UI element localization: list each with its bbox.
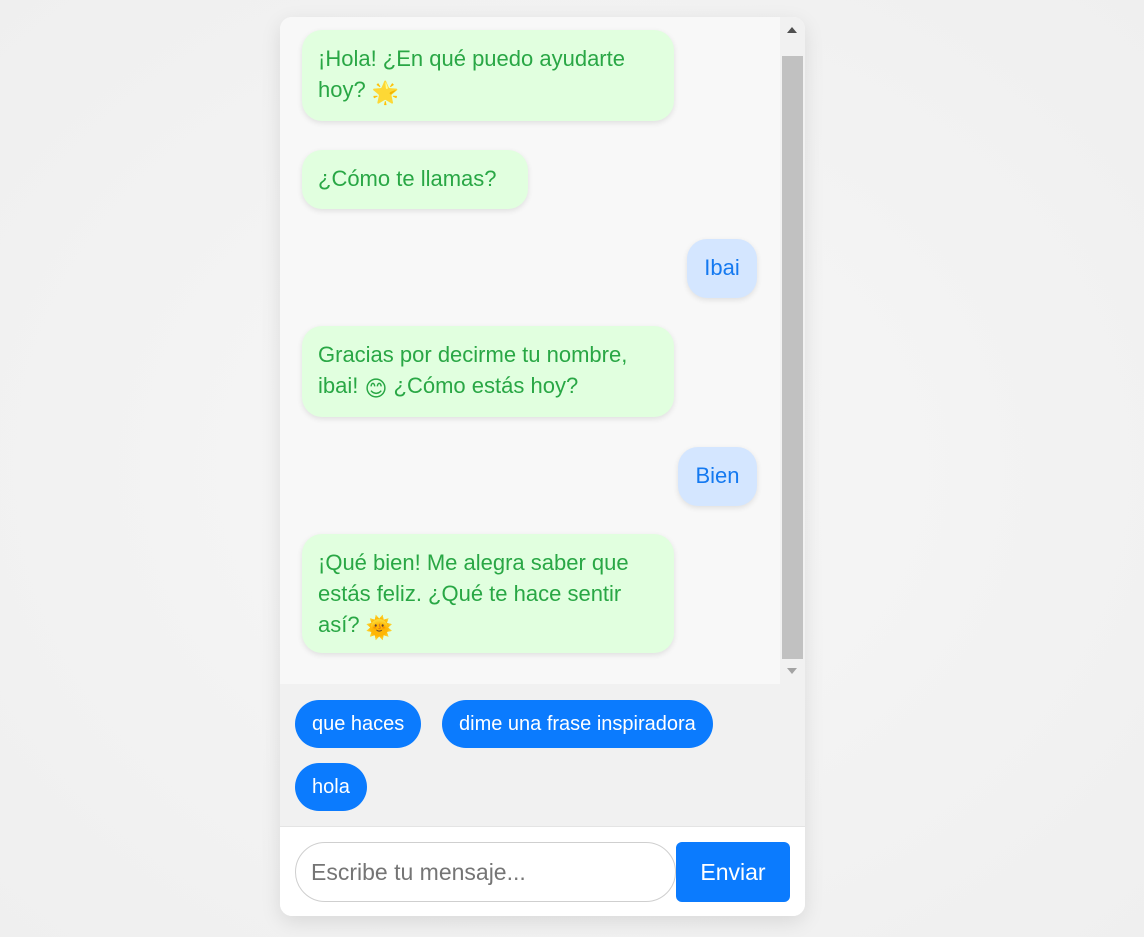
chat-container: ¡Hola! ¿En qué puedo ayudarte hoy? 🌟 ¿Có…	[280, 17, 805, 916]
bot-message: ¡Hola! ¿En qué puedo ayudarte hoy? 🌟	[302, 30, 674, 121]
user-message: Bien	[678, 447, 757, 506]
suggestions-panel: que haces dime una frase inspiradora hol…	[280, 684, 805, 827]
bot-message: Gracias por decirme tu nombre, ibai! 😊 ¿…	[302, 326, 674, 417]
scroll-up-arrow-icon[interactable]	[780, 17, 805, 41]
message-text: Ibai	[704, 255, 740, 280]
user-message: Ibai	[687, 239, 757, 298]
message-text: ¿Cómo estás hoy?	[393, 373, 579, 398]
scroll-down-arrow-icon[interactable]	[780, 660, 805, 684]
bot-message: ¡Qué bien! Me alegra saber que estás fel…	[302, 534, 674, 653]
message-input[interactable]	[295, 842, 676, 902]
messages-area: ¡Hola! ¿En qué puedo ayudarte hoy? 🌟 ¿Có…	[280, 17, 780, 685]
input-bar: Enviar	[280, 827, 805, 916]
star-emoji-icon: 🌟	[371, 80, 400, 105]
message-text: ¿Cómo te llamas?	[318, 166, 497, 191]
suggestion-chip-frase-inspiradora[interactable]: dime una frase inspiradora	[442, 700, 713, 748]
bot-message: ¿Cómo te llamas?	[302, 150, 528, 209]
message-text: ¡Qué bien! Me alegra saber que estás fel…	[318, 550, 629, 637]
scrollbar-thumb[interactable]	[782, 56, 803, 659]
messages-scrollbar[interactable]	[780, 17, 805, 684]
suggestion-chip-que-haces[interactable]: que haces	[295, 700, 422, 748]
sun-face-emoji-icon: 🌞	[365, 615, 394, 640]
smiling-face-emoji-icon: 😊	[364, 376, 388, 401]
send-button[interactable]: Enviar	[676, 842, 790, 902]
suggestion-chip-hola[interactable]: hola	[295, 763, 367, 811]
message-text: Bien	[695, 463, 740, 488]
message-text: ¡Hola! ¿En qué puedo ayudarte hoy?	[318, 46, 625, 102]
